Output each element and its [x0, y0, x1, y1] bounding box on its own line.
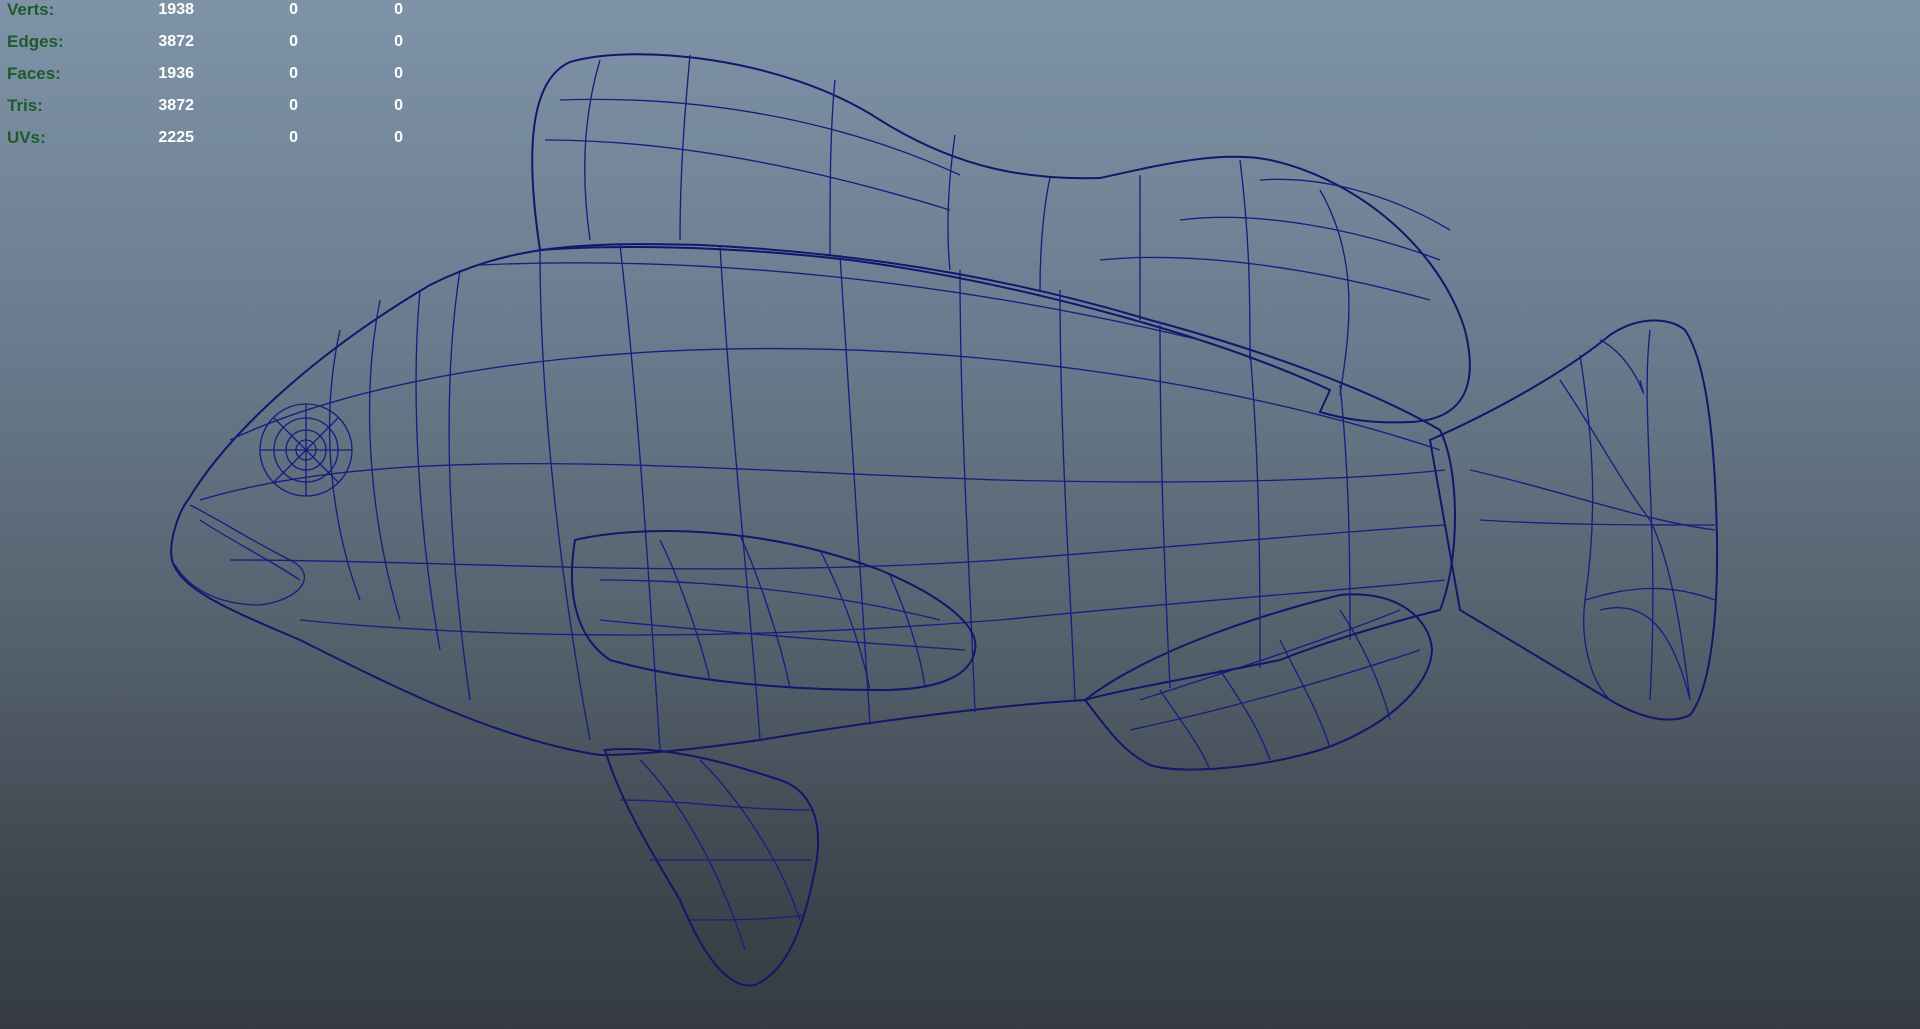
hud-label: Tris:: [7, 96, 43, 115]
hud-row-verts: Verts: 1938 0 0: [0, 0, 440, 32]
hud-row-edges: Edges: 3872 0 0: [0, 32, 440, 64]
pelvic-fin: [603, 748, 820, 987]
hud-row-uvs: UVs: 2225 0 0: [0, 128, 440, 160]
dorsal-fin: [531, 53, 1471, 424]
hud-value-extra: 0: [394, 33, 403, 50]
hud-row-tris: Tris: 3872 0 0: [0, 96, 440, 128]
hud-value-extra: 0: [394, 129, 403, 146]
anal-fin: [1083, 593, 1434, 771]
3d-viewport[interactable]: Verts: 1938 0 0 Edges: 3872 0 0 Faces: 1…: [0, 0, 1920, 1029]
hud-value-total: 3872: [158, 33, 194, 50]
hud-label: Verts:: [7, 0, 55, 19]
hud-row-faces: Faces: 1936 0 0: [0, 64, 440, 96]
hud-value-extra: 0: [394, 1, 403, 18]
hud-value-extra: 0: [394, 97, 403, 114]
poly-count-hud: Verts: 1938 0 0 Edges: 3872 0 0 Faces: 1…: [0, 0, 440, 160]
hud-label: UVs:: [7, 128, 46, 147]
hud-value-selected: 0: [289, 97, 298, 114]
hud-value-total: 2225: [158, 129, 194, 146]
hud-value-total: 3872: [158, 97, 194, 114]
hud-label: Edges:: [7, 32, 64, 51]
hud-value-selected: 0: [289, 129, 298, 146]
tail-fin: [1428, 319, 1719, 721]
hud-value-selected: 0: [289, 33, 298, 50]
hud-label: Faces:: [7, 64, 61, 83]
pectoral-fin: [571, 530, 977, 692]
fish-body: [170, 243, 1456, 757]
hud-value-selected: 0: [289, 65, 298, 82]
hud-value-total: 1936: [158, 65, 194, 82]
hud-value-total: 1938: [158, 1, 194, 18]
hud-value-extra: 0: [394, 65, 403, 82]
hud-value-selected: 0: [289, 1, 298, 18]
